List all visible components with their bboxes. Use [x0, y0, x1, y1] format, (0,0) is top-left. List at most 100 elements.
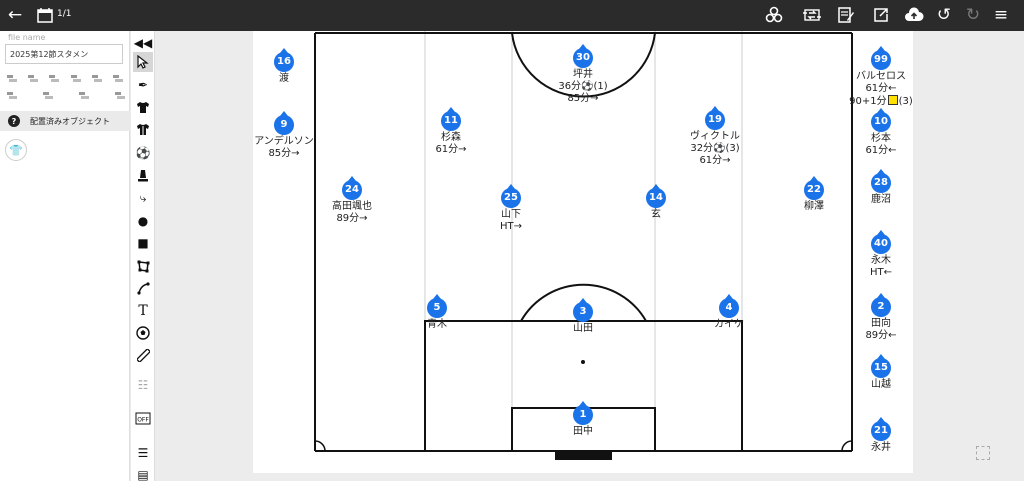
shirt-outline-icon[interactable] [133, 119, 153, 139]
grass-pattern-icon[interactable]: ☰ [133, 443, 153, 463]
back-arrow-icon[interactable]: ← [4, 4, 26, 26]
player-number-badge: 24 [342, 176, 362, 200]
player-24[interactable]: 24 高田颯也 89分→ [292, 176, 412, 225]
player-4[interactable]: 4 カイケ [669, 294, 789, 331]
player-name: 山下 [501, 209, 521, 220]
bench-player-15[interactable]: 15 山越 [821, 354, 941, 391]
card-count: (3) [898, 96, 913, 107]
collapse-panel-icon[interactable]: ◀◀ [133, 33, 153, 53]
player-30[interactable]: 30 坪井 36分⚽(1) 85分→ [523, 44, 643, 105]
player-number-badge: 11 [441, 107, 461, 131]
player-goal-info: 32分⚽(3) [690, 143, 740, 154]
top-bar: ← 1/1 ↺ ↻ ≡ [0, 0, 1024, 31]
align-bottom-icon[interactable] [112, 73, 124, 83]
bring-front-icon[interactable] [78, 90, 90, 100]
pitch-pattern-icon[interactable]: ▤ [133, 465, 153, 481]
placed-objects-label: 配置済みオブジェクト [30, 116, 110, 126]
player-number-badge: 1 [573, 401, 593, 425]
player-name: バルセロス [856, 71, 906, 82]
left-panel: file name ? 配置済みオブジェクト 👕 [0, 31, 130, 481]
player-sub-info: HT← [869, 267, 892, 278]
player-14[interactable]: 14 玄 [596, 184, 716, 221]
align-top-icon[interactable] [70, 73, 82, 83]
player-number-badge: 14 [646, 184, 666, 208]
player-name: 杉森 [441, 132, 461, 143]
player-number-badge: 25 [501, 184, 521, 208]
bench-player-21[interactable]: 21 永井 [821, 417, 941, 454]
formation-icon: ☷ [137, 378, 149, 392]
select-pointer-icon[interactable] [133, 52, 153, 72]
player-number-badge: 40 [871, 230, 891, 254]
player-name: 山越 [871, 379, 891, 390]
bench-player-28[interactable]: 28 鹿沼 [821, 169, 941, 206]
calendar-icon[interactable] [34, 4, 56, 26]
send-back-icon[interactable] [114, 90, 126, 100]
swap-icon[interactable] [801, 4, 823, 26]
ball-icon[interactable]: ⚽ [133, 143, 153, 163]
player-1[interactable]: 1 田中 [523, 401, 643, 438]
svg-text:OFF: OFF [137, 417, 149, 424]
card-time: 90+1分 [849, 96, 887, 107]
ball-outline-icon[interactable] [133, 323, 153, 343]
share-nodes-icon[interactable] [763, 4, 785, 26]
player-sub-info: 61分← [865, 83, 897, 94]
pen-icon[interactable]: ✒ [133, 75, 153, 95]
player-11[interactable]: 11 杉森 61分→ [391, 107, 511, 156]
cloud-upload-icon[interactable] [903, 4, 925, 26]
player-name: 田中 [573, 426, 593, 437]
player-5[interactable]: 5 青木 [377, 294, 497, 331]
align-center-h-icon[interactable] [27, 73, 39, 83]
player-sub-info: 89分← [865, 330, 897, 341]
player-name: 高田颯也 [332, 201, 372, 212]
line-connector-icon[interactable] [133, 278, 153, 298]
align-left-icon[interactable] [6, 73, 18, 83]
player-number-badge: 16 [274, 48, 294, 72]
player-number-badge: 99 [871, 46, 891, 70]
player-name: 田向 [871, 318, 891, 329]
help-icon[interactable]: ? [8, 115, 20, 127]
circle-shape-icon[interactable]: ● [133, 211, 153, 231]
distribute-h-icon[interactable] [6, 90, 18, 100]
player-name: 永井 [871, 442, 891, 453]
align-right-icon[interactable] [48, 73, 60, 83]
player-number-badge: 28 [871, 169, 891, 193]
player-sub-info: 85分→ [268, 148, 300, 159]
bench-player-99[interactable]: 99 バルセロス 61分← 90+1分 (3) [821, 46, 941, 108]
bench-player-2[interactable]: 2 田向 89分← [821, 293, 941, 342]
ruler-icon[interactable] [133, 345, 153, 365]
menu-icon[interactable]: ≡ [990, 4, 1012, 26]
player-9[interactable]: 9 アンデルソン 85分→ [224, 111, 344, 160]
curve-arrow-icon[interactable]: ⤷ [133, 188, 153, 208]
bench-player-40[interactable]: 40 永木 HT← [821, 230, 941, 279]
align-row-2 [6, 90, 126, 100]
player-25[interactable]: 25 山下 HT→ [451, 184, 571, 233]
player-name: カイケ [714, 319, 744, 330]
edit-note-icon[interactable] [835, 4, 857, 26]
bench-player-10[interactable]: 10 杉本 61分← [821, 108, 941, 157]
player-16[interactable]: 16 渡 [224, 48, 344, 85]
player-sub-info: 61分→ [435, 144, 467, 155]
shirt-dark-icon[interactable] [133, 97, 153, 117]
fullscreen-icon[interactable] [976, 446, 990, 460]
text-tool-icon[interactable]: T [133, 301, 153, 321]
off-toggle-icon[interactable]: OFF [133, 408, 153, 428]
player-19[interactable]: 19 ヴィクトル 32分⚽(3) 61分→ [655, 106, 775, 167]
player-sub-info: 61分→ [699, 155, 731, 166]
square-shape-icon[interactable]: ■ [133, 233, 153, 253]
player-name: 鹿沼 [871, 194, 891, 205]
export-icon[interactable] [870, 4, 892, 26]
distribute-v-icon[interactable] [42, 90, 54, 100]
cone-icon[interactable] [133, 165, 153, 185]
undo-icon[interactable]: ↺ [933, 4, 955, 26]
polygon-icon[interactable] [133, 256, 153, 276]
placed-objects-bar[interactable]: ? 配置済みオブジェクト [0, 111, 130, 131]
player-goal-info: 36分⚽(1) [558, 81, 608, 92]
player-card-info: 90+1分 (3) [821, 95, 941, 108]
player-3[interactable]: 3 山田 [523, 298, 643, 335]
align-center-v-icon[interactable] [91, 73, 103, 83]
align-row-1 [6, 73, 124, 83]
yellow-card-icon [887, 95, 898, 105]
file-name-input[interactable] [5, 44, 123, 64]
player-sub-info: 89分→ [336, 213, 368, 224]
shirt-object-icon[interactable]: 👕 [5, 139, 27, 161]
